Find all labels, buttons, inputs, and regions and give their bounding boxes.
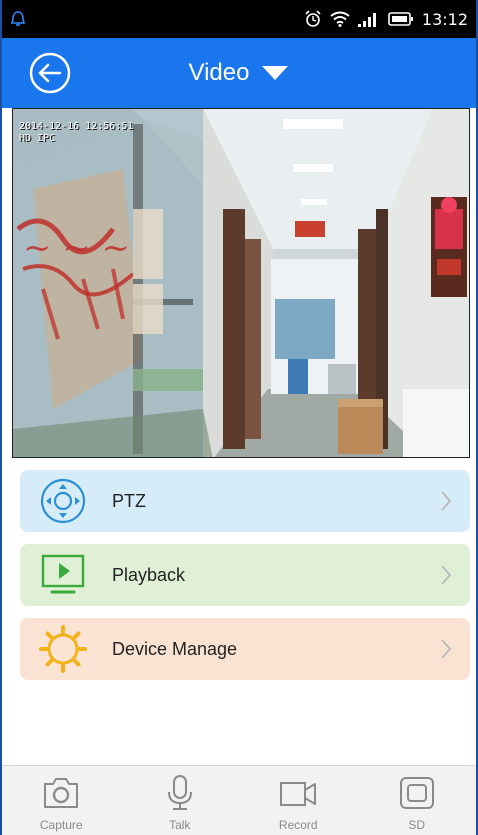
triangle-down-icon [262, 66, 289, 80]
bottom-toolbar: Capture Talk Record SD [2, 765, 476, 835]
capture-button[interactable]: Capture [11, 774, 111, 832]
microphone-icon [167, 775, 192, 810]
camera-feed-image: ~ ~ ~ [13, 109, 469, 457]
ptz-joystick-icon [40, 478, 86, 524]
chevron-right-icon [441, 491, 452, 511]
back-button[interactable] [28, 51, 72, 95]
signal-icon [357, 13, 376, 27]
wifi-icon [330, 11, 350, 27]
playback-monitor-icon [41, 554, 85, 594]
svg-text:~ ~ ~: ~ ~ ~ [23, 228, 130, 268]
video-osd-overlay: 2014-12-16 12:56:51 HD IPC [19, 121, 133, 145]
back-arrow-icon [29, 52, 71, 94]
sd-card-icon [399, 777, 434, 809]
menu-label-ptz: PTZ [112, 490, 146, 511]
gear-icon [39, 625, 87, 673]
view-selector-dropdown[interactable]: Video [189, 59, 290, 87]
app-header: Video [2, 38, 476, 108]
menu-item-device-manage[interactable]: Device Manage [20, 618, 470, 680]
page-title: Video [188, 59, 250, 86]
video-camera-icon [280, 782, 317, 806]
chevron-right-icon [441, 639, 452, 659]
sd-label: SD [408, 818, 426, 832]
status-time: 13:12 [421, 9, 468, 29]
status-bar: 13:12 [2, 0, 476, 38]
camera-icon [44, 778, 79, 808]
talk-label: Talk [169, 818, 191, 832]
osd-camera-label: HD IPC [19, 133, 56, 144]
menu-item-playback[interactable]: Playback [20, 544, 470, 606]
live-video-view[interactable]: ~ ~ ~ 2014-12-16 12:56:51 HD IPC [12, 108, 470, 458]
app-screen: 13:12 Video ~ ~ ~ 2014-12-16 12:56:51 HD… [0, 0, 478, 835]
talk-button[interactable]: Talk [130, 774, 230, 832]
function-menu: PTZ Playback Device Manage [20, 470, 470, 692]
menu-label-device-manage: Device Manage [112, 638, 238, 659]
osd-datetime: 2014-12-16 12:56:51 [19, 121, 134, 132]
alarm-clock-icon [305, 10, 321, 27]
record-label: Record [278, 818, 318, 832]
menu-label-playback: Playback [112, 564, 186, 585]
record-button[interactable]: Record [248, 774, 348, 832]
sd-button[interactable]: SD [367, 774, 467, 832]
qq-bell-icon [10, 11, 26, 26]
capture-label: Capture [39, 818, 83, 832]
battery-icon [388, 12, 413, 26]
chevron-right-icon [441, 565, 452, 585]
menu-item-ptz[interactable]: PTZ [20, 470, 470, 532]
